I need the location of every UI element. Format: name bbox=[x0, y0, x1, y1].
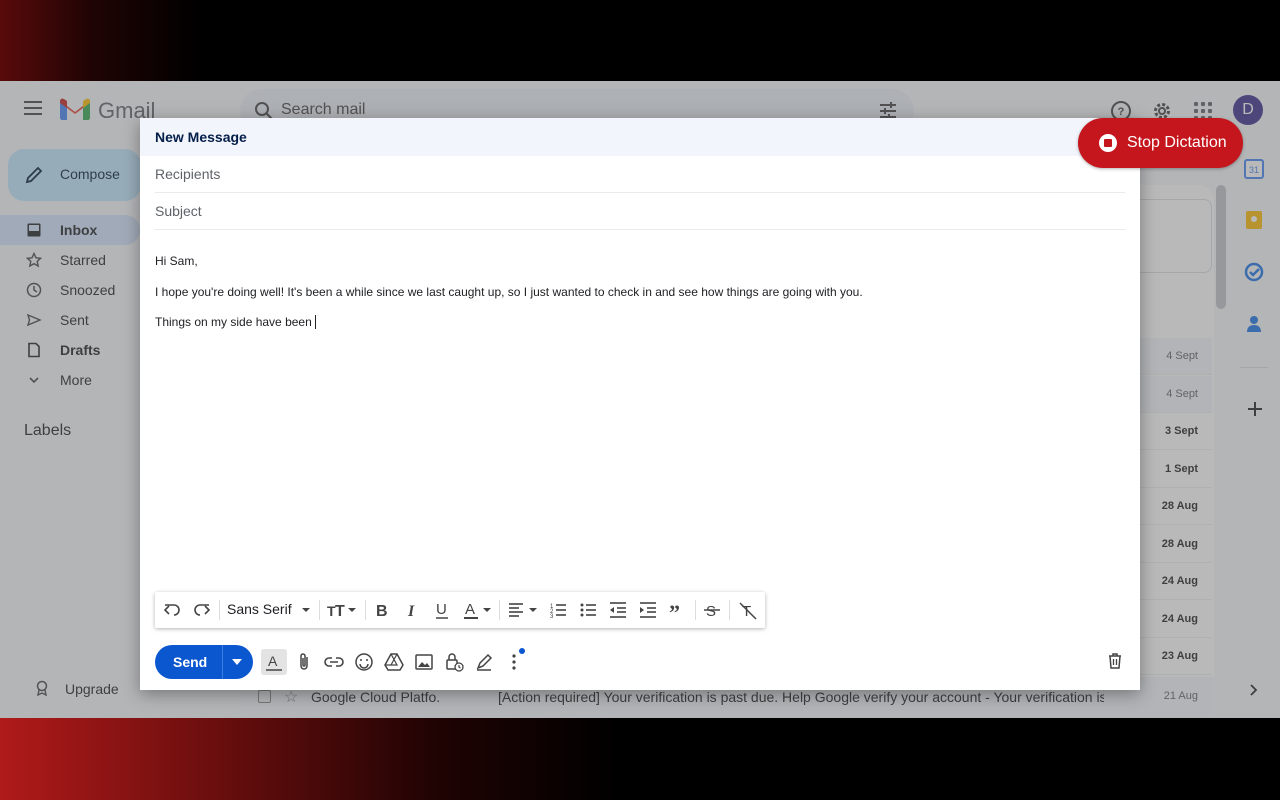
strikethrough-icon[interactable]: S bbox=[703, 600, 721, 620]
indent-more-icon[interactable] bbox=[639, 600, 657, 620]
toolbar-divider bbox=[365, 600, 366, 620]
compose-dialog: New Message Hi Sam, I hope you're doing … bbox=[140, 118, 1140, 690]
stop-dictation-label: Stop Dictation bbox=[1127, 134, 1227, 151]
svg-text:A: A bbox=[268, 653, 278, 669]
attach-icon[interactable] bbox=[294, 652, 314, 672]
recipients-field[interactable] bbox=[155, 156, 1125, 193]
stop-dictation-button[interactable]: Stop Dictation bbox=[1078, 118, 1243, 168]
emoji-icon[interactable] bbox=[354, 652, 374, 672]
bulleted-list-icon[interactable] bbox=[579, 600, 597, 620]
redo-icon[interactable] bbox=[193, 600, 211, 620]
font-size-icon[interactable]: T T bbox=[327, 600, 357, 620]
body-paragraph-current: Things on my side have been bbox=[155, 315, 316, 329]
subject-input[interactable] bbox=[155, 203, 1055, 219]
indent-less-icon[interactable] bbox=[609, 600, 627, 620]
underline-icon[interactable]: U bbox=[433, 600, 451, 620]
body-greeting: Hi Sam, bbox=[155, 254, 198, 268]
toolbar-divider bbox=[729, 600, 730, 620]
schedule-send-dropdown-icon[interactable] bbox=[232, 659, 242, 665]
numbered-list-icon[interactable]: 1 2 3 bbox=[549, 600, 567, 620]
gmail-window: Gmail Search mail ? D Compose Inbox Star… bbox=[0, 81, 1280, 718]
formatting-options-icon[interactable]: A bbox=[261, 649, 287, 675]
text-color-icon[interactable]: A bbox=[463, 600, 493, 620]
compose-header[interactable]: New Message bbox=[140, 118, 1140, 156]
svg-text:”: ” bbox=[669, 600, 680, 620]
svg-text:A: A bbox=[465, 601, 475, 618]
send-divider bbox=[222, 645, 223, 679]
recipients-input[interactable] bbox=[155, 166, 1055, 182]
remove-formatting-icon[interactable]: T bbox=[739, 600, 757, 620]
undo-icon[interactable] bbox=[163, 600, 181, 620]
formatting-toolbar: Sans Serif T T B I U A 1 2 3 ” S T bbox=[155, 592, 765, 628]
subject-field[interactable] bbox=[155, 193, 1125, 230]
send-label: Send bbox=[173, 654, 208, 670]
svg-text:B: B bbox=[376, 603, 388, 620]
italic-icon[interactable]: I bbox=[403, 600, 421, 620]
toolbar-divider bbox=[319, 600, 320, 620]
body-paragraph: I hope you're doing well! It's been a wh… bbox=[155, 285, 863, 299]
stop-icon bbox=[1099, 134, 1117, 152]
letterbox-gradient-bottom bbox=[0, 718, 620, 800]
send-button[interactable]: Send bbox=[155, 645, 253, 679]
toolbar-divider bbox=[219, 600, 220, 620]
signature-icon[interactable] bbox=[474, 652, 494, 672]
font-name: Sans Serif bbox=[227, 601, 292, 617]
svg-text:3: 3 bbox=[550, 614, 554, 620]
toolbar-divider bbox=[499, 600, 500, 620]
link-icon[interactable] bbox=[324, 652, 344, 672]
notification-dot bbox=[519, 648, 525, 654]
trash-icon[interactable] bbox=[1106, 652, 1124, 670]
confidential-mode-icon[interactable] bbox=[444, 652, 464, 672]
svg-text:S: S bbox=[706, 603, 716, 620]
bold-icon[interactable]: B bbox=[373, 600, 391, 620]
align-icon[interactable] bbox=[507, 600, 539, 620]
quote-icon[interactable]: ” bbox=[669, 600, 687, 620]
toolbar-divider bbox=[695, 600, 696, 620]
letterbox-gradient-top bbox=[0, 0, 200, 81]
compose-title: New Message bbox=[155, 129, 247, 145]
font-select[interactable]: Sans Serif bbox=[227, 601, 292, 617]
insert-photo-icon[interactable] bbox=[414, 652, 434, 672]
drive-icon[interactable] bbox=[384, 652, 404, 672]
svg-text:I: I bbox=[407, 603, 415, 620]
svg-text:U: U bbox=[436, 601, 447, 618]
svg-text:T: T bbox=[335, 603, 345, 620]
more-options-icon[interactable] bbox=[504, 652, 524, 672]
text-caret bbox=[314, 315, 316, 329]
font-dropdown-icon[interactable] bbox=[301, 600, 311, 620]
body-current-text: Things on my side have been bbox=[155, 315, 312, 329]
